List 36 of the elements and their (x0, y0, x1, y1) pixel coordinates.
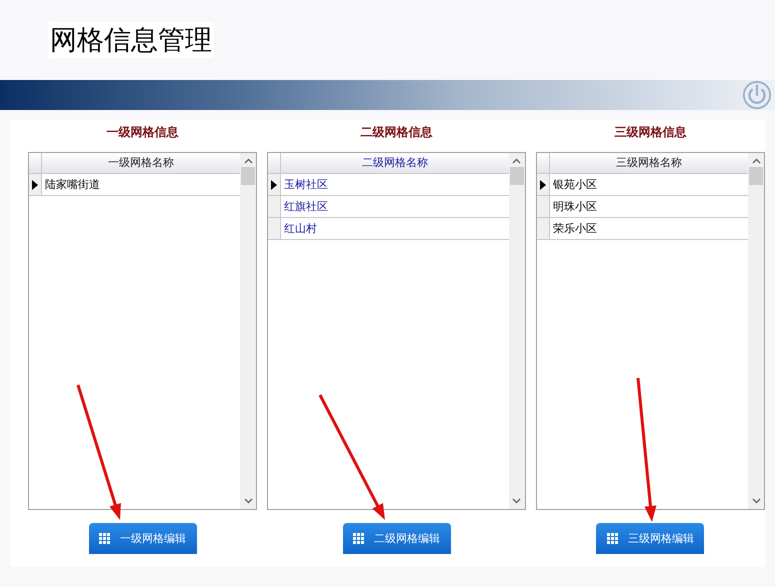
current-row-icon (32, 180, 38, 190)
panel-heading: 一级网格信息 (106, 124, 179, 141)
table-cell[interactable]: 银苑小区 (550, 174, 748, 195)
grid-icon (99, 533, 110, 544)
panel-heading: 三级网格信息 (614, 124, 686, 141)
scroll-thumb[interactable] (510, 167, 524, 185)
table-cell[interactable]: 红旗社区 (281, 196, 509, 217)
scroll-bar[interactable] (748, 153, 764, 509)
scroll-bar[interactable] (240, 153, 256, 509)
scroll-thumb[interactable] (241, 167, 256, 185)
row-header[interactable] (268, 174, 282, 195)
grid-icon (606, 533, 618, 544)
scroll-down-icon[interactable] (752, 498, 761, 504)
current-row-icon (271, 180, 278, 190)
edit-button[interactable]: 一级网格编辑 (88, 523, 197, 554)
table-cell[interactable]: 明珠小区 (550, 196, 748, 217)
table-cell[interactable]: 荣乐小区 (550, 218, 748, 239)
scroll-down-icon[interactable] (244, 498, 253, 504)
row-header[interactable] (536, 174, 550, 195)
current-row-icon (540, 180, 546, 190)
scroll-down-icon[interactable] (512, 498, 522, 504)
edit-button[interactable]: 二级网格编辑 (342, 523, 450, 554)
grid-icon (353, 533, 364, 544)
scroll-up-icon[interactable] (752, 158, 761, 164)
scroll-up-icon[interactable] (244, 158, 253, 164)
table-cell[interactable]: 红山村 (281, 218, 509, 239)
scroll-thumb[interactable] (749, 167, 764, 185)
panel-heading: 二级网格信息 (360, 124, 432, 141)
power-icon[interactable] (742, 80, 772, 110)
edit-button[interactable]: 三级网格编辑 (596, 523, 704, 554)
row-header[interactable] (29, 174, 42, 195)
scroll-bar[interactable] (508, 153, 525, 509)
scroll-up-icon[interactable] (512, 158, 522, 164)
page-title: 网格信息管理 (48, 22, 214, 58)
table-cell[interactable]: 玉树社区 (281, 174, 509, 195)
table-cell[interactable]: 陆家嘴街道 (42, 174, 240, 195)
